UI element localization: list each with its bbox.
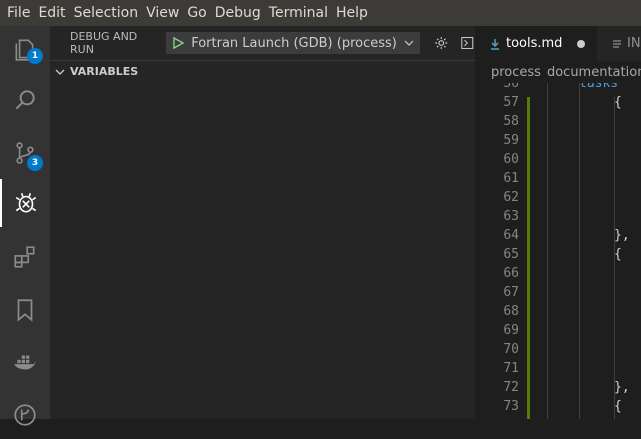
menu-help[interactable]: Help — [328, 0, 368, 26]
variables-section-label: VARIABLES — [70, 65, 139, 78]
chevron-down-icon — [55, 69, 65, 75]
markdown-file-icon — [491, 38, 499, 50]
code-line: { — [614, 399, 622, 414]
activity-search[interactable] — [0, 76, 50, 124]
debug-sidebar: DEBUG AND RUN Fortran Launch (GDB) (proc… — [50, 26, 475, 419]
editor-area: tools.md IN process documentation tasks … — [475, 26, 641, 419]
line-number: 60 — [503, 152, 519, 167]
code-line: }, — [614, 380, 630, 395]
breadcrumb-item[interactable]: process — [491, 65, 541, 80]
start-debugging-icon[interactable] — [171, 36, 185, 50]
indent-guide — [547, 83, 548, 419]
sidebar-title: DEBUG AND RUN — [70, 30, 138, 56]
line-number: 66 — [503, 266, 519, 281]
extensions-icon — [14, 246, 35, 268]
line-number: 61 — [503, 171, 519, 186]
line-number: 73 — [503, 399, 519, 414]
code-editor[interactable]: tasks 56 57 58 59 60 61 62 63 64 65 66 6… — [475, 83, 641, 419]
tab-tools-md[interactable]: tools.md — [475, 26, 597, 61]
bookmark-icon — [17, 299, 33, 322]
line-number: 65 — [503, 247, 519, 262]
line-number: 64 — [503, 228, 519, 243]
menu-go[interactable]: Go — [179, 0, 206, 26]
git-graph-icon — [14, 404, 36, 426]
explorer-badge: 1 — [27, 48, 43, 64]
tab-label: IN — [627, 36, 641, 51]
launch-configuration-select[interactable]: Fortran Launch (GDB) (process) — [166, 32, 420, 54]
gear-icon[interactable] — [434, 35, 449, 51]
tab-label: tools.md — [506, 36, 563, 51]
launch-configuration-label: Fortran Launch (GDB) (process) — [191, 35, 397, 51]
line-number: 59 — [503, 133, 519, 148]
line-number: 69 — [503, 323, 519, 338]
debug-toolbar: DEBUG AND RUN Fortran Launch (GDB) (proc… — [50, 26, 475, 60]
debug-icon — [15, 192, 37, 213]
line-number: 70 — [503, 342, 519, 357]
line-number: 57 — [503, 95, 519, 110]
activity-docker[interactable] — [0, 338, 50, 386]
line-number: 63 — [503, 209, 519, 224]
unsaved-dot-icon[interactable] — [577, 39, 586, 48]
debug-console-icon[interactable] — [460, 35, 475, 51]
menu-selection[interactable]: Selection — [66, 0, 139, 26]
code-line: }, — [614, 228, 630, 243]
breadcrumb: process documentation — [475, 61, 641, 83]
search-icon — [15, 90, 35, 110]
line-number: 71 — [503, 361, 519, 376]
menu-edit[interactable]: Edit — [30, 0, 65, 26]
text-file-icon — [613, 39, 621, 48]
code-fragment: tasks — [579, 83, 619, 91]
menu-debug[interactable]: Debug — [207, 0, 261, 26]
breadcrumb-item[interactable]: documentation — [547, 65, 641, 80]
variables-section-header[interactable]: VARIABLES — [50, 60, 475, 82]
activity-bar: 1 3 — [0, 26, 50, 426]
line-number: 62 — [503, 190, 519, 205]
git-added-gutter — [527, 97, 530, 419]
line-number: 67 — [503, 285, 519, 300]
line-number: 72 — [503, 380, 519, 395]
menu-bar: File Edit Selection View Go Debug Termin… — [0, 0, 641, 26]
editor-tabs: tools.md IN — [475, 26, 641, 61]
menu-file[interactable]: File — [0, 0, 30, 26]
activity-bookmarks[interactable] — [0, 286, 50, 334]
activity-git-graph[interactable] — [0, 391, 50, 439]
activity-source-control[interactable]: 3 — [0, 129, 50, 177]
menu-view[interactable]: View — [138, 0, 179, 26]
line-number: 56 — [503, 83, 519, 91]
chevron-down-icon — [404, 40, 414, 46]
activity-extensions[interactable] — [0, 233, 50, 281]
code-line: { — [614, 247, 622, 262]
source-control-badge: 3 — [27, 155, 43, 171]
line-number: 58 — [503, 114, 519, 129]
tab-second-file[interactable]: IN — [598, 26, 641, 61]
line-number: 68 — [503, 304, 519, 319]
activity-debug[interactable] — [0, 179, 50, 227]
indent-guide — [579, 83, 580, 419]
docker-icon — [14, 355, 36, 370]
code-line: { — [614, 95, 622, 110]
menu-terminal[interactable]: Terminal — [261, 0, 328, 26]
activity-explorer[interactable]: 1 — [0, 26, 50, 74]
